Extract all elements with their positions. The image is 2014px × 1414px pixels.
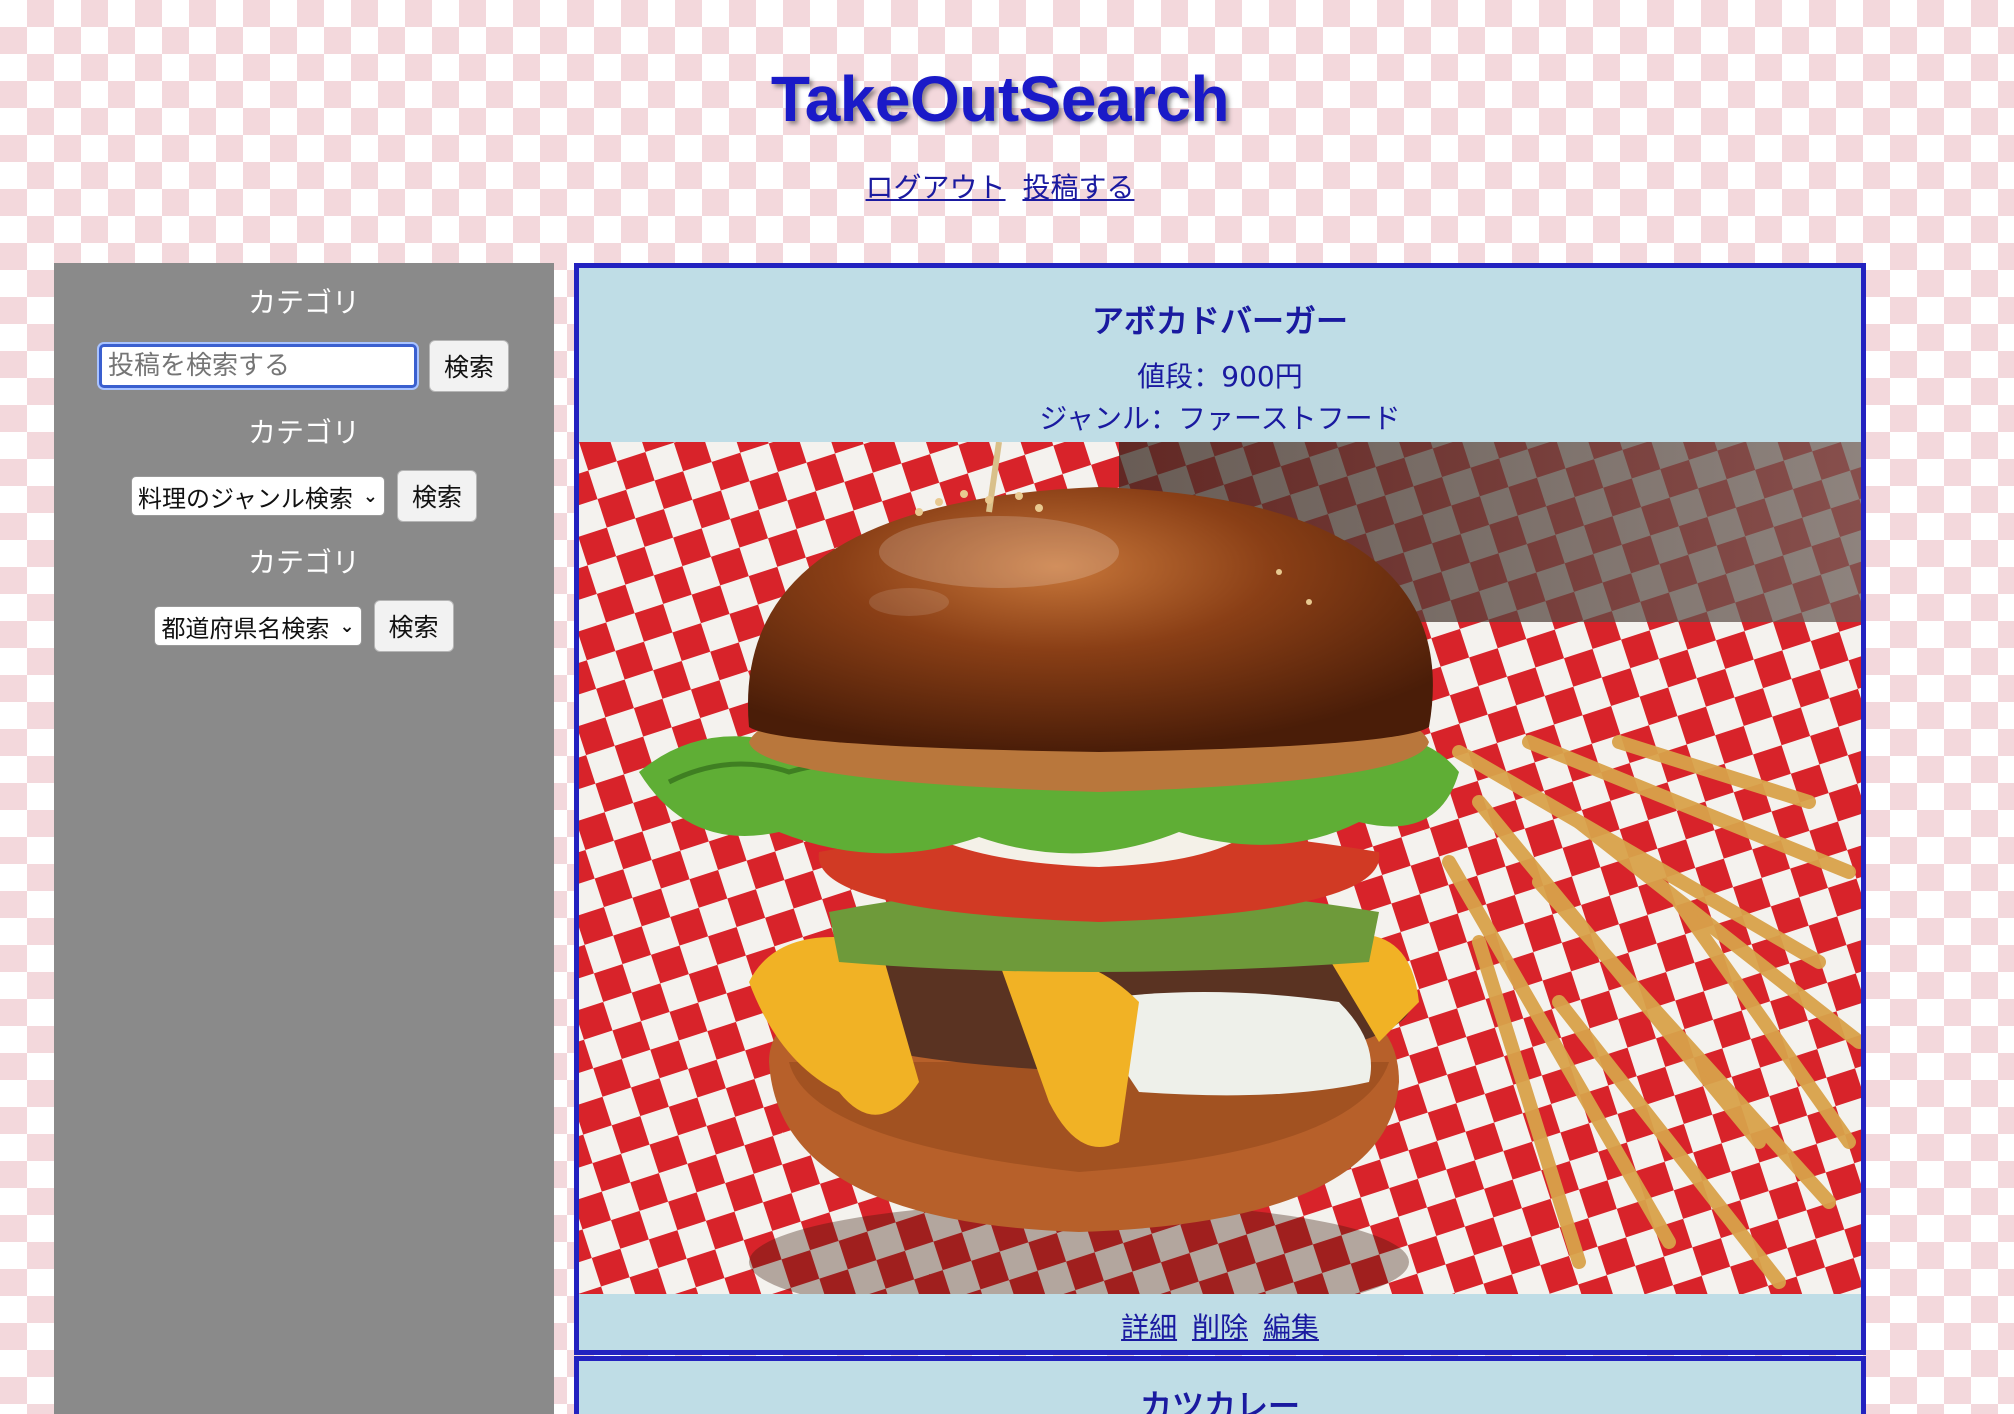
prefecture-select[interactable]: 都道府県名検索 ⌄: [154, 606, 362, 646]
post-card: カツカレー: [574, 1356, 1866, 1414]
post-link[interactable]: 投稿する: [1022, 171, 1134, 204]
site-title: TakeOutSearch: [770, 63, 1230, 135]
keyword-category-label: カテゴリ: [247, 286, 360, 319]
post-genre: ジャンル：ファーストフード: [1039, 402, 1401, 435]
genre-category-label: カテゴリ: [247, 416, 360, 449]
post-actions: 詳細 削除 編集: [579, 1306, 1861, 1346]
keyword-search-input[interactable]: [98, 344, 417, 388]
post-delete-link[interactable]: 削除: [1192, 1311, 1248, 1344]
chevron-down-icon: ⌄: [362, 485, 378, 507]
post-price: 値段：900円: [1137, 360, 1303, 393]
post-edit-link[interactable]: 編集: [1263, 1311, 1319, 1344]
post-detail-link[interactable]: 詳細: [1121, 1311, 1177, 1344]
prefecture-search-row: 都道府県名検索 ⌄ 検索: [54, 599, 554, 653]
sidebar: カテゴリ 検索 カテゴリ 料理のジャンル検索 ⌄ 検索 カテゴリ 都道府県名検索…: [54, 263, 554, 1414]
genre-search-button[interactable]: 検索: [396, 470, 477, 522]
top-nav: ログアウト 投稿する: [0, 166, 2000, 206]
prefecture-category-label: カテゴリ: [247, 546, 360, 579]
logout-link[interactable]: ログアウト: [866, 171, 1006, 204]
keyword-search-row: 検索: [54, 339, 554, 393]
post-card: アボカドバーガー 値段：900円 ジャンル：ファーストフード 詳細 削除 編集: [574, 263, 1866, 1355]
genre-select-value: 料理のジャンル検索: [138, 484, 353, 513]
genre-select[interactable]: 料理のジャンル検索 ⌄: [131, 476, 385, 516]
keyword-search-button[interactable]: 検索: [428, 340, 509, 392]
prefecture-select-value: 都道府県名検索: [161, 614, 330, 643]
chevron-down-icon: ⌄: [339, 615, 355, 637]
burger-photo: [579, 442, 1861, 1294]
prefecture-search-button[interactable]: 検索: [373, 600, 454, 652]
genre-search-row: 料理のジャンル検索 ⌄ 検索: [54, 469, 554, 523]
post-title: アボカドバーガー: [1091, 302, 1348, 340]
post-title: カツカレー: [1139, 1387, 1300, 1414]
